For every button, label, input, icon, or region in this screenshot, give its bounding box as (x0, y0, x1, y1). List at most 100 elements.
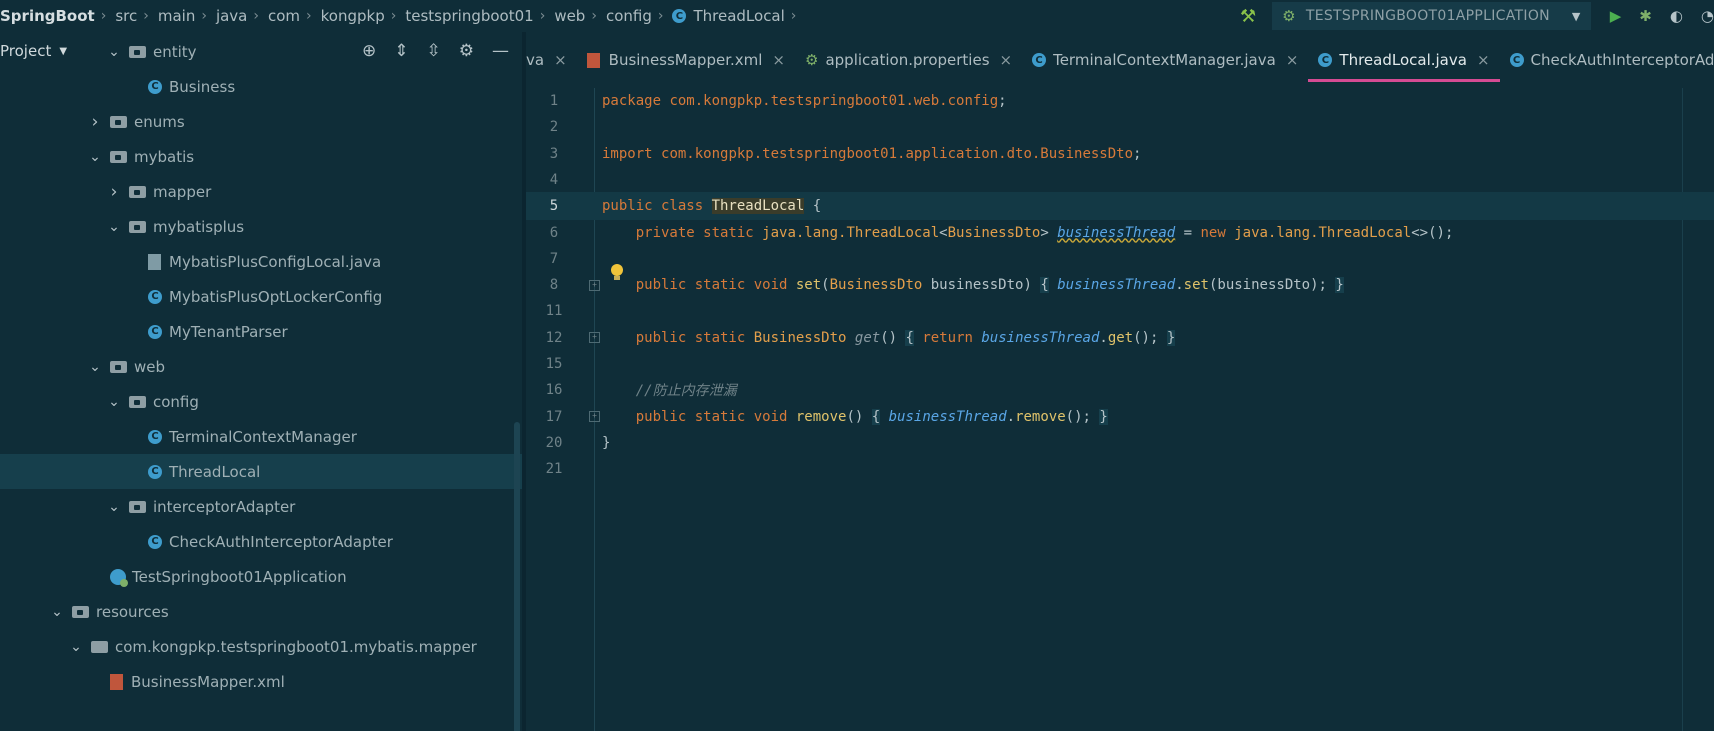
breadcrumb-item[interactable]: kongpkp (321, 7, 385, 25)
profile-icon[interactable]: ◔ (1701, 7, 1714, 25)
code-line[interactable]: 11 (526, 297, 1714, 325)
code-line[interactable]: 4 (526, 166, 1714, 194)
breadcrumb-item[interactable]: main (158, 7, 195, 25)
close-icon[interactable]: × (1000, 51, 1013, 69)
tree-item[interactable]: C CheckAuthInterceptorAdapter (0, 524, 522, 559)
code-line[interactable]: 1 package com.kongpkp.testspringboot01.we… (526, 87, 1714, 115)
tab-label: ThreadLocal.java (1339, 51, 1467, 69)
editor-tab[interactable]: C TerminalContextManager.java × (1022, 32, 1308, 88)
tree-item[interactable]: C ThreadLocal (0, 454, 522, 489)
code-line[interactable]: 15 (526, 350, 1714, 378)
code-token: = (1175, 224, 1201, 241)
breadcrumb-item[interactable]: config (606, 7, 652, 25)
tree-item[interactable]: C MybatisPlusOptLockerConfig (0, 279, 522, 314)
line-number[interactable]: 11 (526, 303, 582, 319)
tree-item[interactable]: ⌄ resources (0, 594, 522, 629)
fold-toggle-icon[interactable]: + (589, 411, 600, 423)
close-icon[interactable]: × (772, 51, 785, 69)
tree-item[interactable]: ⌄ entity (0, 34, 522, 69)
line-number[interactable]: 2 (526, 119, 582, 135)
line-number[interactable]: 7 (526, 251, 582, 267)
tree-item-label: mybatis (134, 147, 195, 166)
tree-item[interactable]: ⌄ config (0, 384, 522, 419)
breadcrumb-item[interactable]: com (268, 7, 300, 25)
line-number[interactable]: 20 (526, 435, 582, 451)
breadcrumb-item[interactable]: web (554, 7, 585, 25)
tree-item-label: MybatisPlusConfigLocal.java (169, 252, 382, 271)
editor-tab[interactable]: BusinessMapper.xml × (577, 32, 795, 88)
tree-item[interactable]: C Business (0, 69, 522, 104)
editor-tab[interactable]: ⚙ application.properties × (795, 32, 1022, 88)
tree-item-label: BusinessMapper.xml (131, 672, 285, 691)
code-line[interactable]: 16 //防止内存泄漏 (526, 376, 1714, 404)
lightbulb-icon[interactable] (611, 264, 623, 280)
code-line[interactable]: 3 import com.kongpkp.testspringboot01.app… (526, 140, 1714, 168)
chevron-down-icon[interactable]: ⌄ (69, 639, 83, 655)
chevron-right-icon[interactable]: › (107, 182, 121, 202)
breadcrumb-item[interactable]: SpringBoot (0, 7, 95, 25)
line-number[interactable]: 3 (526, 146, 582, 162)
code-token: businessDto) (922, 277, 1041, 294)
chevron-down-icon[interactable]: ⌄ (50, 604, 64, 620)
tree-item[interactable]: › mapper (0, 174, 522, 209)
tree-item[interactable]: ⌄ mybatisplus (0, 209, 522, 244)
code-editor[interactable]: 1 package com.kongpkp.testspringboot01.we… (526, 88, 1714, 731)
code-line[interactable]: 7 (526, 245, 1714, 273)
close-icon[interactable]: × (554, 51, 567, 69)
line-number[interactable]: 6 (526, 225, 582, 241)
chevron-down-icon[interactable]: ⌄ (107, 219, 121, 235)
run-configuration-selector[interactable]: ⚙ TESTSPRINGBOOT01APPLICATION ▼ (1272, 2, 1591, 30)
tree-item[interactable]: ⌄ com.kongpkp.testspringboot01.mybatis.ma… (0, 629, 522, 664)
code-line[interactable]: 5 public class ThreadLocal { (526, 192, 1714, 221)
chevron-right-icon[interactable]: › (88, 112, 102, 132)
line-number[interactable]: 8 (526, 277, 582, 293)
line-number[interactable]: 12 (526, 330, 582, 346)
breadcrumb-item[interactable]: java (216, 7, 247, 25)
code-line[interactable]: 21 (526, 455, 1714, 483)
chevron-down-icon[interactable]: ⌄ (107, 44, 121, 60)
editor-tab[interactable]: C ThreadLocal.java × (1308, 32, 1500, 88)
editor-tab[interactable]: C CheckAuthInterceptorAdapt (1500, 32, 1714, 88)
line-number[interactable]: 5 (526, 198, 582, 214)
line-number[interactable]: 1 (526, 93, 582, 109)
line-number[interactable]: 15 (526, 356, 582, 372)
tree-item[interactable]: ⌄ web (0, 349, 522, 384)
coverage-icon[interactable]: ◐ (1670, 7, 1683, 25)
breadcrumb-separator: › (390, 8, 397, 24)
tree-item[interactable]: BusinessMapper.xml (0, 664, 522, 699)
code-line[interactable]: 2 (526, 113, 1714, 141)
fold-toggle-icon[interactable]: + (589, 279, 600, 291)
breadcrumb-item[interactable]: src (115, 7, 137, 25)
code-line[interactable]: 17 + public static void remove() { busine… (526, 403, 1714, 431)
close-icon[interactable]: × (1286, 51, 1299, 69)
debug-icon[interactable]: ✱ (1639, 7, 1652, 25)
run-icon[interactable]: ▶ (1610, 7, 1622, 25)
breadcrumb-current[interactable]: ThreadLocal (693, 7, 784, 25)
fold-toggle-icon[interactable]: + (589, 332, 600, 344)
code-line[interactable]: 12 + public static BusinessDto get() { re… (526, 324, 1714, 352)
line-number[interactable]: 21 (526, 461, 582, 477)
code-token: set (1183, 277, 1209, 294)
code-line[interactable]: 8 + public static void set(BusinessDto bu… (526, 271, 1714, 299)
project-scrollbar[interactable] (514, 422, 520, 731)
chevron-down-icon[interactable]: ⌄ (88, 149, 102, 165)
build-hammer-icon[interactable]: ⚒ (1240, 6, 1256, 27)
code-line[interactable]: 20} (526, 429, 1714, 457)
line-number[interactable]: 4 (526, 172, 582, 188)
tree-item[interactable]: C MyTenantParser (0, 314, 522, 349)
line-number[interactable]: 16 (526, 382, 582, 398)
tree-item[interactable]: MybatisPlusConfigLocal.java (0, 244, 522, 279)
chevron-down-icon[interactable]: ⌄ (88, 359, 102, 375)
chevron-down-icon[interactable]: ⌄ (107, 499, 121, 515)
tree-item[interactable]: › enums (0, 104, 522, 139)
tree-item[interactable]: C TerminalContextManager (0, 419, 522, 454)
tree-item[interactable]: TestSpringboot01Application (0, 559, 522, 594)
tree-item[interactable]: ⌄ mybatis (0, 139, 522, 174)
chevron-down-icon[interactable]: ⌄ (107, 394, 121, 410)
tree-item[interactable]: ⌄ interceptorAdapter (0, 489, 522, 524)
code-line[interactable]: 6 private static java.lang.ThreadLocal<B… (526, 219, 1714, 247)
close-icon[interactable]: × (1477, 51, 1490, 69)
breadcrumb-item[interactable]: testspringboot01 (405, 7, 533, 25)
editor-tab[interactable]: va × (526, 32, 577, 88)
line-number[interactable]: 17 (526, 409, 582, 425)
